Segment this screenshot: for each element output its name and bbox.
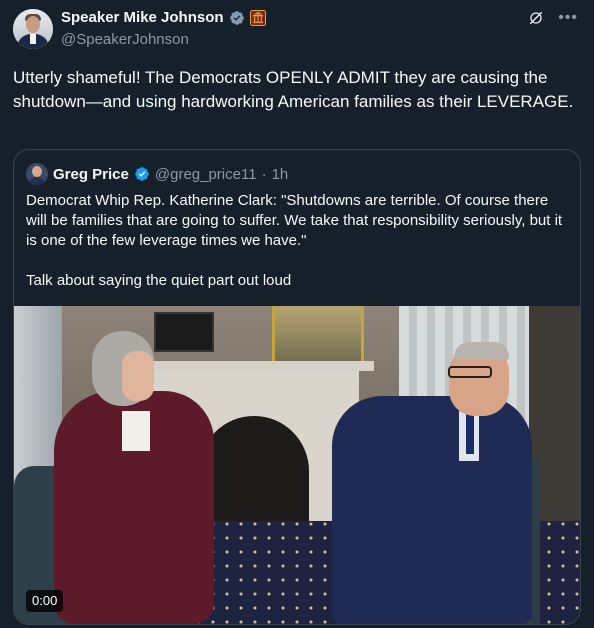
- top-actions: •••: [528, 10, 578, 26]
- quoted-timestamp[interactable]: 1h: [272, 166, 289, 183]
- blue-verified-badge-icon: [135, 167, 149, 181]
- quoted-tweet[interactable]: Greg Price @greg_price11 · 1h Democrat W…: [13, 149, 581, 625]
- author-handle[interactable]: @SpeakerJohnson: [61, 31, 189, 48]
- grok-icon[interactable]: [528, 10, 544, 26]
- quoted-header: Greg Price @greg_price11 · 1h: [26, 163, 288, 185]
- quoted-video[interactable]: 0:00: [14, 306, 580, 624]
- tweet-text: Utterly shameful! The Democrats OPENLY A…: [13, 68, 574, 111]
- author-avatar[interactable]: [13, 9, 53, 49]
- quoted-text: Democrat Whip Rep. Katherine Clark: "Shu…: [26, 192, 563, 289]
- more-options-icon[interactable]: •••: [558, 10, 578, 26]
- quoted-handle: @greg_price11: [154, 165, 257, 183]
- gray-verified-badge-icon: [229, 10, 244, 25]
- quoted-display-name[interactable]: Greg Price: [53, 166, 129, 183]
- author-display-name[interactable]: Speaker Mike Johnson: [61, 9, 224, 26]
- tweet: Speaker Mike Johnson @SpeakerJohnson •••…: [0, 0, 594, 628]
- quoted-separator: ·: [261, 165, 267, 183]
- video-duration: 0:00: [26, 590, 64, 612]
- us-house-affiliate-icon[interactable]: [249, 9, 266, 26]
- author-name-line: Speaker Mike Johnson: [61, 9, 266, 26]
- quoted-author-avatar[interactable]: [26, 163, 48, 185]
